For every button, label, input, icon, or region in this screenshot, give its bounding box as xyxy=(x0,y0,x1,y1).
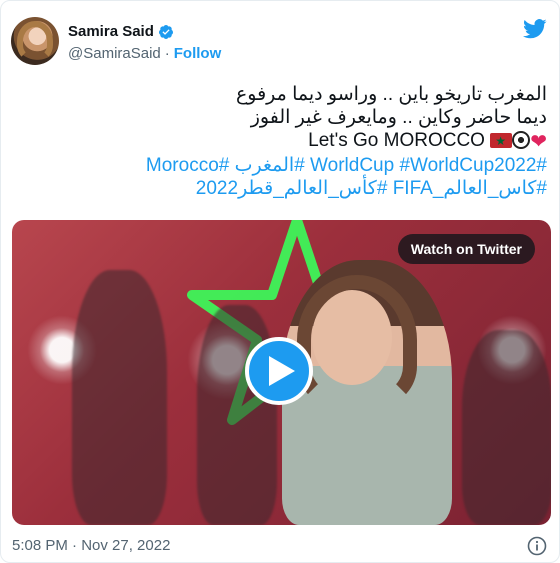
hashtags-line-2[interactable]: #كاس_العالم_FIFA #كأس_العالم_قطر2022 xyxy=(17,177,547,200)
tweet-card: Samira Said @SamiraSaid · Follow المغرب … xyxy=(0,0,560,563)
watch-on-twitter-button[interactable]: Watch on Twitter xyxy=(397,234,535,264)
soccer-ball-emoji xyxy=(512,131,531,149)
play-button[interactable] xyxy=(245,337,313,405)
follow-button[interactable]: Follow xyxy=(174,45,222,62)
avatar[interactable] xyxy=(11,17,59,65)
separator-dot: · xyxy=(164,45,170,62)
author-handle[interactable]: @SamiraSaid xyxy=(68,45,161,62)
tweet-line-1: المغرب تاريخو باين .. وراسو ديما مرفوع xyxy=(235,84,547,105)
background-dancer xyxy=(462,330,551,525)
background-dancer xyxy=(72,270,167,525)
singer-hair xyxy=(297,275,417,405)
morocco-flag-emoji xyxy=(490,130,513,153)
verified-badge-icon xyxy=(158,24,173,39)
hashtags-line-1[interactable]: #WorldCup #WorldCup2022 #المغرب #Morocco xyxy=(17,154,547,177)
video-thumbnail[interactable]: Watch on Twitter xyxy=(12,220,551,525)
tweet-line-3: ❤ Let's Go MOROCCO xyxy=(17,129,547,154)
twitter-bird-icon[interactable] xyxy=(523,19,547,39)
author-name-row[interactable]: Samira Said xyxy=(68,23,174,40)
tweet-timestamp[interactable]: 5:08 PM · Nov 27, 2022 xyxy=(12,537,170,554)
tweet-line-3-text: Let's Go MOROCCO xyxy=(308,130,485,151)
author-handle-row: @SamiraSaid · Follow xyxy=(68,45,221,62)
tweet-text: المغرب تاريخو باين .. وراسو ديما مرفوع د… xyxy=(17,83,547,200)
info-icon[interactable] xyxy=(527,536,547,556)
play-icon xyxy=(269,356,295,386)
tweet-line-2: ديما حاضر وكاين .. ومايعرف غير الفوز xyxy=(250,107,547,128)
red-heart-emoji: ❤ xyxy=(530,131,547,153)
background-dancer xyxy=(197,305,277,525)
author-name[interactable]: Samira Said xyxy=(68,23,154,40)
